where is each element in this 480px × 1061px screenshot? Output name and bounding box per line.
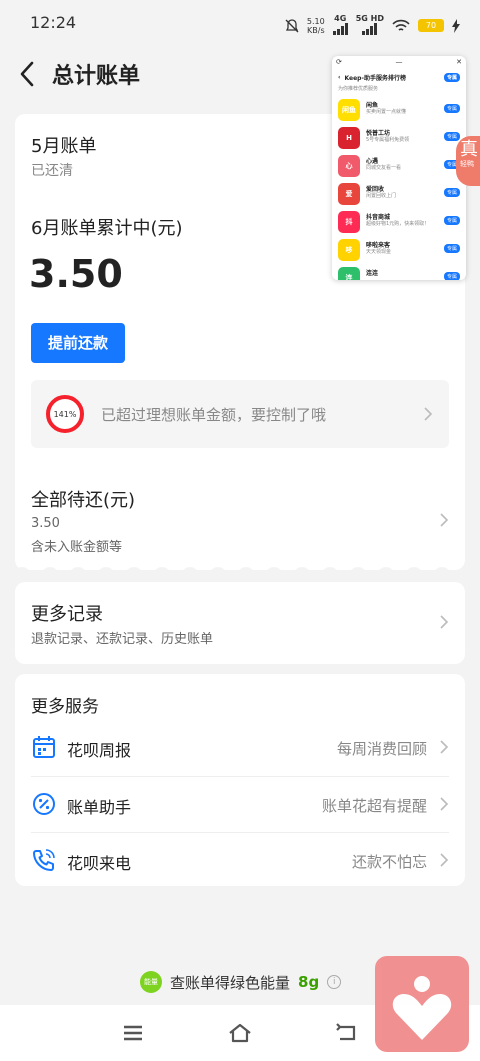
- chevron-right-icon[interactable]: [439, 512, 449, 528]
- service-label: 账单助手: [67, 798, 132, 817]
- floating-app-icon[interactable]: [375, 956, 469, 1052]
- status-time: 12:24: [30, 13, 77, 32]
- service-label: 花呗来电: [67, 854, 132, 873]
- back-nav-icon[interactable]: [334, 1021, 358, 1045]
- chevron-right-icon: [440, 797, 449, 811]
- app-logo-icon: 爱: [338, 183, 360, 205]
- more-services-title: 更多服务: [31, 697, 99, 717]
- close-icon[interactable]: ✕: [456, 58, 462, 66]
- app-logo-icon: 闲鱼: [338, 99, 360, 121]
- chevron-right-icon: [440, 740, 449, 754]
- floating-app-item[interactable]: 抖抖音商城 超级好物1元购，快来领取！ 专属: [332, 208, 466, 236]
- service-desc: 账单花超有提醒: [321, 797, 427, 815]
- service-label: 花呗周报: [67, 741, 132, 760]
- refresh-icon[interactable]: ⟳: [336, 58, 342, 66]
- app-logo-icon: 心: [338, 155, 360, 177]
- service-row-weekly-report[interactable]: 花呗周报 每周消费回顾: [31, 720, 449, 776]
- back-arrow-icon[interactable]: [16, 60, 40, 88]
- charging-icon: [452, 18, 460, 33]
- june-bill-title: 6月账单累计中(元): [31, 218, 183, 239]
- june-bill-amount: 3.50: [29, 252, 123, 296]
- more-records-card[interactable]: 更多记录 退款记录、还款记录、历史账单: [15, 582, 465, 664]
- network-5g: 5G HD: [356, 14, 384, 37]
- app-action-button[interactable]: 专属: [443, 188, 460, 197]
- app-logo-icon: 连: [338, 267, 360, 280]
- heart-person-icon: [392, 976, 452, 1040]
- floating-window-title: Keep-助手服务排行榜: [344, 74, 406, 82]
- energy-text: 查账单得绿色能量: [170, 973, 291, 992]
- energy-value: 8g: [298, 973, 320, 991]
- home-icon[interactable]: [228, 1021, 252, 1045]
- side-floating-badge[interactable]: 真 轻鸭: [456, 136, 480, 186]
- may-bill-title[interactable]: 5月账单: [31, 132, 96, 158]
- floating-app-item[interactable]: 闲鱼 闲鱼 买卖闲置一点就懂 专属: [332, 96, 466, 124]
- chevron-right-icon: [440, 615, 449, 629]
- pending-total-title: 全部待还(元): [31, 490, 136, 511]
- may-bill-status: 已还清: [31, 163, 73, 179]
- pending-total-note: 含未入账金额等: [31, 540, 123, 555]
- info-icon[interactable]: i: [327, 975, 342, 989]
- energy-badge-icon: 能量: [140, 971, 162, 993]
- floating-app-item[interactable]: 爱爱回收 闲置回收上门 专属: [332, 180, 466, 208]
- budget-warning-tip[interactable]: 141% 已超过理想账单金额，要控制了哦: [31, 380, 449, 448]
- side-badge-sub: 轻鸭: [460, 160, 474, 168]
- floating-app-item[interactable]: 心心遇 同城交友看一看 专属: [332, 152, 466, 180]
- green-energy-banner[interactable]: 能量 查账单得绿色能量 8g i: [140, 971, 342, 993]
- network-4g: 4G: [332, 14, 348, 37]
- service-row-bill-assistant[interactable]: 账单助手 账单花超有提醒: [31, 776, 449, 832]
- floating-window-header: ‹ Keep-助手服务排行榜 专属: [332, 68, 466, 86]
- floating-mini-window[interactable]: ⟳ — ✕ ‹ Keep-助手服务排行榜 专属 为你推荐优质服务 闲鱼 闲鱼 买卖闲…: [332, 56, 466, 280]
- early-repay-button[interactable]: 提前还款: [31, 323, 125, 363]
- net-speed: 5.10 KB/s: [306, 16, 325, 35]
- status-bar: 12:24 5.10 KB/s 4G 5G HD 70: [0, 0, 480, 46]
- service-row-huabei-call[interactable]: 花呗来电 还款不怕忘: [31, 832, 449, 888]
- status-icons: 5.10 KB/s 4G 5G HD 70: [285, 14, 460, 37]
- back-arrow-icon[interactable]: ‹: [338, 74, 340, 81]
- floating-app-item[interactable]: 哆哆啦来客 天天领现金 专属: [332, 236, 466, 264]
- budget-percent-text: 141%: [54, 410, 77, 419]
- wave-edge-divider: [15, 567, 465, 576]
- menu-icon[interactable]: [121, 1021, 145, 1045]
- header-action-button[interactable]: 专属: [443, 72, 460, 82]
- floating-window-controls: ⟳ — ✕: [332, 56, 466, 68]
- mute-bell-icon: [285, 18, 299, 32]
- service-desc: 每周消费回顾: [336, 740, 427, 758]
- battery-indicator: 70: [418, 19, 444, 32]
- app-action-button[interactable]: 专属: [443, 104, 460, 113]
- calendar-icon: [33, 736, 55, 758]
- app-logo-icon: H: [338, 127, 360, 149]
- app-action-button[interactable]: 专属: [443, 244, 460, 253]
- pending-total-amount: 3.50: [31, 516, 60, 531]
- collapse-icon[interactable]: —: [396, 58, 403, 66]
- percent-icon: [33, 793, 55, 815]
- more-records-subtitle: 退款记录、还款记录、历史账单: [31, 632, 214, 647]
- wifi-icon: [392, 19, 410, 31]
- page-title: 总计账单: [52, 64, 141, 89]
- budget-progress-ring: 141%: [46, 395, 84, 433]
- more-services-card: 更多服务 花呗周报 每周消费回顾 账单助手 账单花超有提醒 花呗来电 还款不怕忘: [15, 674, 465, 886]
- chevron-right-icon: [440, 853, 449, 867]
- app-action-button[interactable]: 专属: [443, 216, 460, 225]
- app-logo-icon: 抖: [338, 211, 360, 233]
- budget-warning-text: 已超过理想账单金额，要控制了哦: [101, 406, 327, 424]
- floating-app-item[interactable]: 连连连 专属: [332, 264, 466, 280]
- side-badge-char: 真: [460, 139, 478, 160]
- app-logo-icon: 哆: [338, 239, 360, 261]
- floating-window-subheader: 为你推荐优质服务: [338, 86, 379, 92]
- phone-icon: [33, 849, 55, 871]
- floating-app-list: 闲鱼 闲鱼 买卖闲置一点就懂 专属 H 悦普工坊 5号专属福利免费领 专属心心遇 同城交友看一看…: [332, 96, 466, 280]
- app-action-button[interactable]: 专属: [443, 132, 460, 141]
- app-action-button[interactable]: 专属: [443, 272, 460, 280]
- more-records-title: 更多记录: [31, 604, 103, 625]
- floating-app-item[interactable]: H 悦普工坊 5号专属福利免费领 专属: [332, 124, 466, 152]
- service-desc: 还款不怕忘: [351, 853, 427, 871]
- chevron-right-icon: [424, 407, 433, 421]
